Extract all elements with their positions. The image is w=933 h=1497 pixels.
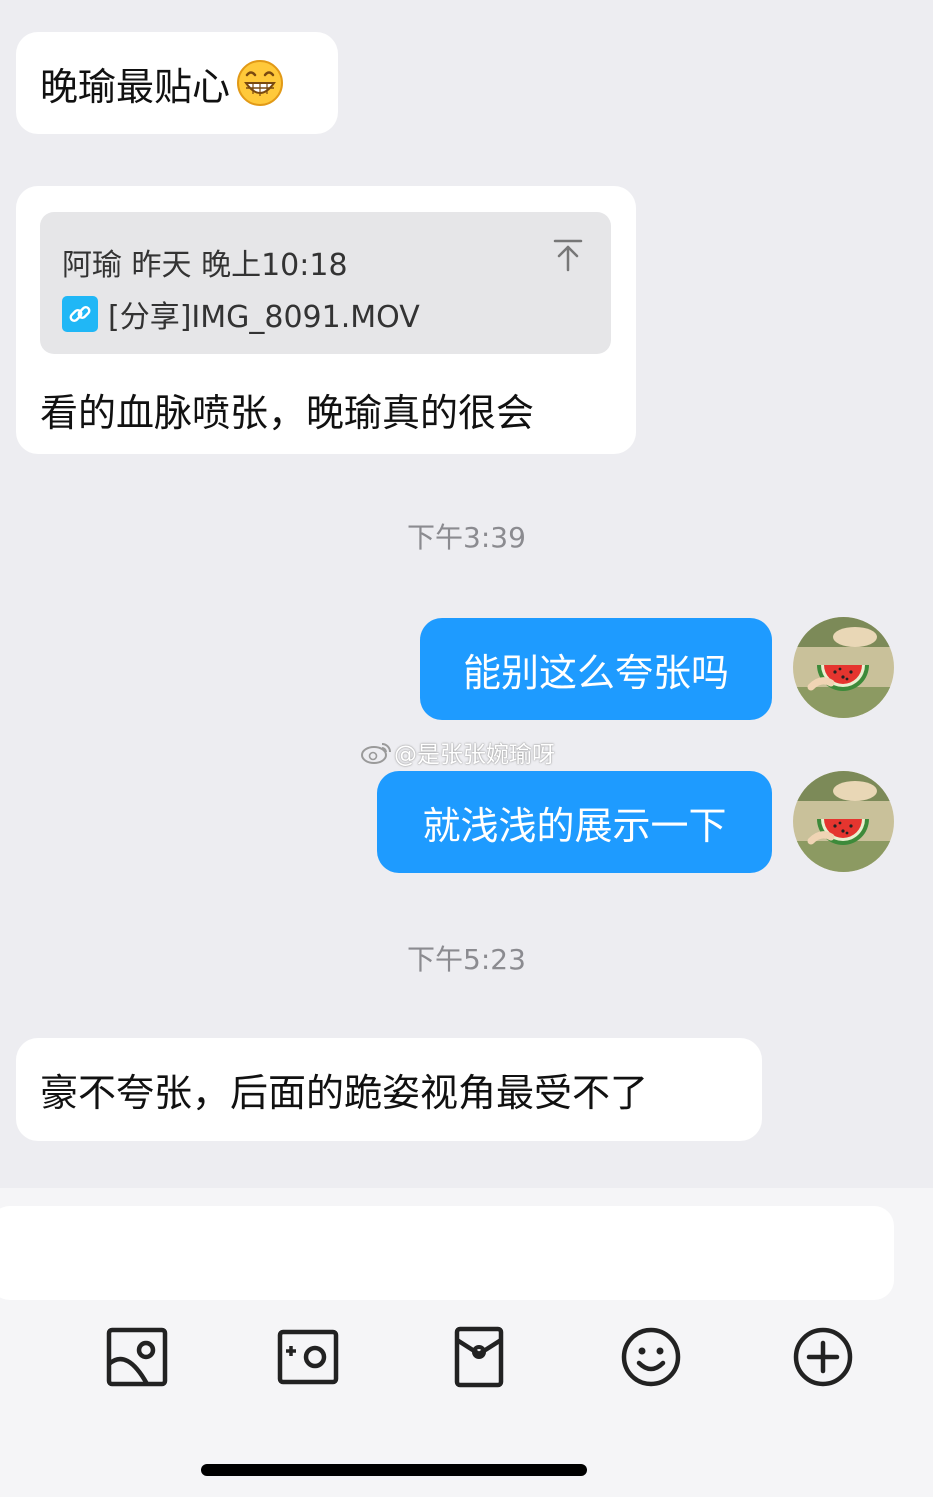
message-text: 看的血脉喷张，晚瑜真的很会 [40, 391, 535, 435]
outgoing-message[interactable]: 能别这么夸张吗 [420, 618, 772, 720]
input-panel [0, 1188, 933, 1497]
message-text: 能别这么夸张吗 [462, 650, 729, 695]
red-packet-icon[interactable] [448, 1326, 510, 1388]
quoted-message[interactable]: 阿瑜 昨天 晚上10:18 [分享]IMG_8091.MOV [40, 212, 611, 354]
timestamp: 下午5:23 [407, 943, 526, 976]
message-text: 豪不夸张，后面的跪姿视角最受不了 [40, 1071, 649, 1115]
jump-to-top-icon[interactable] [553, 238, 583, 272]
quote-file-row: [分享]IMG_8091.MOV [62, 292, 420, 336]
plus-icon[interactable] [792, 1326, 854, 1388]
watermark: @是张张婉瑜呀 [360, 735, 555, 769]
weibo-logo-icon [361, 743, 391, 764]
home-indicator[interactable] [201, 1464, 587, 1476]
camera-icon[interactable] [277, 1326, 339, 1388]
link-icon [62, 296, 98, 332]
incoming-message[interactable]: 晚瑜最贴心 [16, 32, 338, 134]
emoji-icon[interactable] [620, 1326, 682, 1388]
avatar[interactable] [793, 771, 894, 872]
quote-header: 阿瑜 昨天 晚上10:18 [62, 248, 348, 283]
outgoing-message[interactable]: 就浅浅的展示一下 [377, 771, 772, 873]
grinning-face-emoji-icon [237, 60, 284, 106]
watermark-text: @是张张婉瑜呀 [394, 742, 555, 768]
avatar[interactable] [793, 617, 894, 718]
incoming-message-with-quote[interactable]: 阿瑜 昨天 晚上10:18 [分享]IMG_8091.MOV 看的血脉喷张，晚瑜… [16, 186, 636, 454]
message-text: 晚瑜最贴心 [40, 64, 231, 109]
message-text: 就浅浅的展示一下 [422, 803, 727, 848]
message-input[interactable] [0, 1206, 894, 1300]
incoming-message[interactable]: 豪不夸张，后面的跪姿视角最受不了 [16, 1038, 762, 1141]
image-icon[interactable] [106, 1326, 168, 1388]
timestamp: 下午3:39 [407, 521, 526, 554]
quote-file-name: [分享]IMG_8091.MOV [108, 300, 420, 335]
